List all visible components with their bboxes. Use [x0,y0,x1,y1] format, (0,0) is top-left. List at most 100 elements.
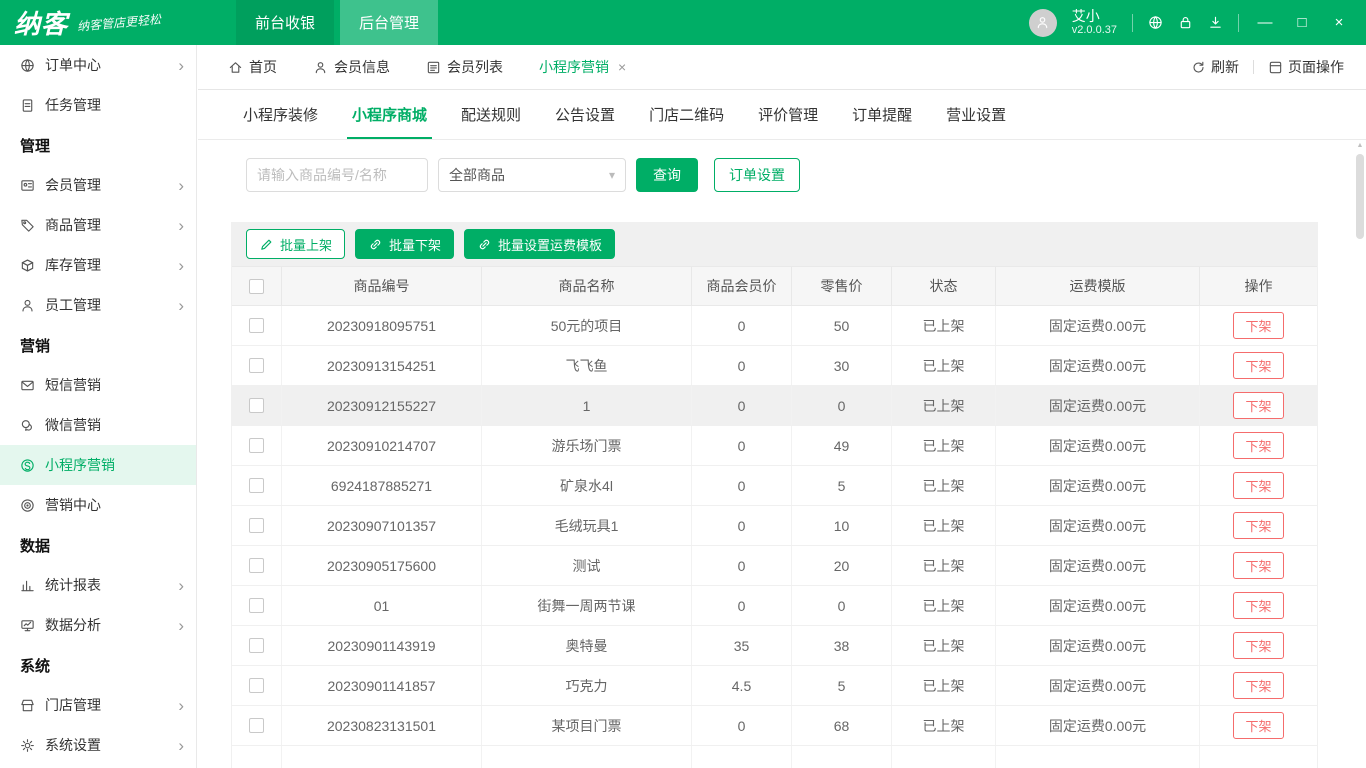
batch-on-shelf-button[interactable]: 批量上架 [246,229,345,259]
sidebar-item-miniapp-marketing[interactable]: 小程序营销 [0,445,196,485]
lock-icon[interactable] [1178,15,1193,30]
status-cell: 已上架 [892,346,996,385]
sidebar-item-data-analysis[interactable]: 数据分析› [0,605,196,645]
off-shelf-button[interactable]: 下架 [1233,592,1283,619]
row-checkbox[interactable] [249,518,264,533]
category-select[interactable]: 全部商品 ▾ [438,158,626,192]
pencil-icon [259,237,274,252]
tab-miniapp-decoration[interactable]: 小程序装修 [226,90,335,139]
sidebar-item-marketing-center[interactable]: 营销中心 [0,485,196,525]
content: 小程序装修小程序商城配送规则公告设置门店二维码评价管理订单提醒营业设置 全部商品… [198,90,1366,768]
batch-off-shelf-button[interactable]: 批量下架 [355,229,454,259]
off-shelf-button[interactable]: 下架 [1233,632,1283,659]
checkbox-cell [232,546,282,585]
order-settings-button[interactable]: 订单设置 [714,158,800,192]
tab-review-management[interactable]: 评价管理 [741,90,835,139]
order-icon [20,58,35,73]
breadcrumb-tab-member-info[interactable]: 会员信息 [313,57,390,77]
query-button[interactable]: 查询 [636,158,698,192]
scroll-up-icon[interactable]: ▲ [1355,142,1365,149]
category-select-value: 全部商品 [449,165,505,185]
tab-announcement-settings[interactable]: 公告设置 [538,90,632,139]
sidebar-item-statistics-report[interactable]: 统计报表› [0,565,196,605]
off-shelf-button[interactable]: 下架 [1233,672,1283,699]
column-header: 商品名称 [482,267,692,305]
gear-icon [20,738,35,753]
minimize-button[interactable]: — [1254,14,1276,31]
sidebar-item-staff-management[interactable]: 员工管理› [0,285,196,325]
chevron-right-icon: › [178,617,184,634]
sidebar-item-member-management[interactable]: 会员管理› [0,165,196,205]
member-price-cell: 0 [692,346,792,385]
row-checkbox[interactable] [249,678,264,693]
row-checkbox[interactable] [249,638,264,653]
scrollbar-thumb[interactable] [1356,154,1364,239]
retail-price-cell: 49 [792,426,892,465]
checkbox-cell [232,346,282,385]
download-icon[interactable] [1208,15,1223,30]
row-checkbox[interactable] [249,718,264,733]
off-shelf-button[interactable]: 下架 [1233,432,1283,459]
off-shelf-button[interactable]: 下架 [1233,712,1283,739]
sidebar-item-inventory-management[interactable]: 库存管理› [0,245,196,285]
sidebar-item-product-management[interactable]: 商品管理› [0,205,196,245]
off-shelf-button[interactable]: 下架 [1233,352,1283,379]
tab-order-reminder[interactable]: 订单提醒 [835,90,929,139]
retail-price-cell: 38 [792,626,892,665]
row-checkbox[interactable] [249,398,264,413]
member-price-cell: 0 [692,426,792,465]
globe-icon[interactable] [1148,15,1163,30]
breadcrumb-tab-member-list[interactable]: 会员列表 [426,57,503,77]
sidebar-item-sms-marketing[interactable]: 短信营销 [0,365,196,405]
off-shelf-button[interactable]: 下架 [1233,392,1283,419]
row-checkbox[interactable] [249,558,264,573]
checkbox-cell [232,586,282,625]
refresh-button[interactable]: 刷新 [1191,57,1239,77]
breadcrumb-tab-label: 首页 [249,57,277,77]
maximize-button[interactable]: □ [1291,14,1313,31]
off-shelf-button[interactable]: 下架 [1233,512,1283,539]
row-checkbox[interactable] [249,438,264,453]
checkbox-cell [232,626,282,665]
sidebar-item-order-center[interactable]: 订单中心› [0,45,196,85]
breadcrumb-tab-home[interactable]: 首页 [228,57,277,77]
row-checkbox[interactable] [249,358,264,373]
search-input[interactable] [246,158,428,192]
top-nav-backend-admin[interactable]: 后台管理 [340,0,438,45]
close-button[interactable]: × [1328,14,1350,31]
tab-miniapp-mall[interactable]: 小程序商城 [335,90,444,139]
product-no-cell: 6924187885271 [282,466,482,505]
product-name-cell [482,746,692,768]
row-checkbox[interactable] [249,478,264,493]
row-checkbox[interactable] [249,318,264,333]
analysis-icon [20,618,35,633]
sidebar-item-label: 系统设置 [45,735,101,755]
tab-store-qrcode[interactable]: 门店二维码 [632,90,741,139]
tab-business-settings[interactable]: 营业设置 [929,90,1023,139]
chevron-right-icon: › [178,57,184,74]
select-all-checkbox[interactable] [249,279,264,294]
sidebar-item-system-settings[interactable]: 系统设置› [0,725,196,765]
sidebar: 订单中心›任务管理管理会员管理›商品管理›库存管理›员工管理›营销短信营销微信营… [0,45,197,768]
page-operations-button[interactable]: 页面操作 [1268,57,1344,77]
brand-logo: 纳客 [14,4,68,41]
off-shelf-button[interactable]: 下架 [1233,472,1283,499]
top-nav-front-cashier[interactable]: 前台收银 [236,0,334,45]
off-shelf-button[interactable]: 下架 [1233,312,1283,339]
close-tab-icon[interactable]: × [618,59,626,75]
avatar[interactable] [1029,9,1057,37]
sidebar-item-store-management[interactable]: 门店管理› [0,685,196,725]
operation-cell: 下架 [1200,386,1317,425]
status-cell: 已上架 [892,426,996,465]
sidebar-item-wechat-marketing[interactable]: 微信营销 [0,405,196,445]
tab-delivery-rules[interactable]: 配送规则 [444,90,538,139]
sidebar-item-task-management[interactable]: 任务管理 [0,85,196,125]
breadcrumb-tab-miniapp-marketing[interactable]: 小程序营销× [539,57,626,77]
product-no-cell: 20230901141857 [282,666,482,705]
off-shelf-button[interactable]: 下架 [1233,552,1283,579]
vertical-scrollbar[interactable]: ▲ [1355,142,1365,765]
batch-shipping-template-button[interactable]: 批量设置运费模板 [464,229,615,259]
row-checkbox[interactable] [249,598,264,613]
table-row: 20230823131501某项目门票068已上架固定运费0.00元下架 [232,706,1317,746]
product-no-cell: 20230823131501 [282,706,482,745]
